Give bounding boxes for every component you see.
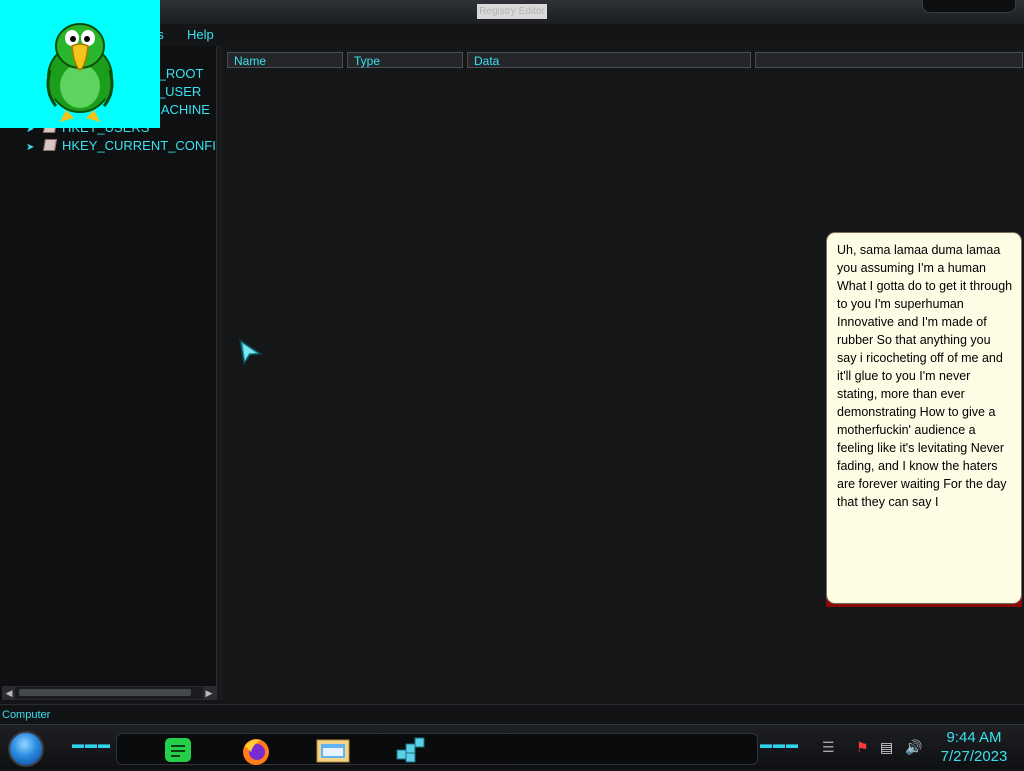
scroll-right-arrow-icon[interactable]: ▶	[203, 687, 215, 699]
tray-menu-icon[interactable]: ☰	[822, 739, 835, 756]
tree-horizontal-scrollbar[interactable]: ◀ ▶	[2, 686, 216, 700]
column-header-name[interactable]: Name	[227, 52, 343, 68]
network-icon[interactable]: ▤	[880, 739, 893, 756]
scroll-left-arrow-icon[interactable]: ◀	[3, 687, 15, 699]
window-title: Registry Editor	[477, 4, 547, 19]
speech-balloon: Uh, sama lamaa duma lamaa you assuming I…	[826, 232, 1022, 604]
column-header-data[interactable]: Data	[467, 52, 751, 68]
taskbar: ▬▬▬ ▬▬▬ ☰ ⚑ ▤ 🔊 9:44 AM 7/27/2023	[0, 724, 1024, 769]
clock-time: 9:44 AM	[946, 729, 1002, 746]
registry-editor-icon	[396, 737, 425, 763]
action-center-flag-icon[interactable]: ⚑	[856, 739, 869, 756]
status-text: Computer	[2, 709, 51, 721]
registry-key-icon	[42, 139, 58, 151]
firefox-icon	[243, 739, 269, 765]
taskbar-notes-button[interactable]	[161, 736, 201, 770]
window-controls[interactable]	[922, 0, 1016, 13]
clock[interactable]: 9:44 AM 7/27/2023	[934, 728, 1014, 766]
decorative-lights: ▬▬▬	[72, 737, 111, 751]
taskbar-file-explorer-button[interactable]	[315, 736, 355, 770]
file-explorer-icon	[316, 739, 350, 763]
clock-date: 7/27/2023	[940, 748, 1008, 765]
status-bar: Computer	[0, 704, 1024, 725]
menu-item-help[interactable]: Help	[187, 27, 214, 42]
column-header-type[interactable]: Type	[347, 52, 463, 68]
taskbar-firefox-button[interactable]	[239, 736, 279, 770]
taskbar-registry-editor-button[interactable]	[393, 736, 433, 770]
column-header-extra[interactable]	[755, 52, 1023, 68]
balloon-tail	[1002, 588, 1014, 602]
registry-tree[interactable]: S_ROOT T_USER MACHINE ➤HKEY_USERS ➤HKEY_…	[0, 46, 217, 700]
decorative-lights: ▬▬▬	[760, 737, 799, 751]
notes-app-icon	[165, 738, 191, 762]
tree-item-label: HKEY_CURRENT_CONFI	[62, 138, 216, 153]
mouse-cursor-icon	[238, 338, 263, 366]
parrot-agent[interactable]	[0, 0, 160, 128]
scrollbar-thumb[interactable]	[19, 689, 191, 696]
parrot-icon	[46, 23, 114, 122]
expand-arrow-icon[interactable]: ➤	[26, 142, 40, 153]
volume-icon[interactable]: 🔊	[905, 739, 922, 756]
tree-item-hkey-current-config[interactable]: ➤ HKEY_CURRENT_CONFI	[26, 138, 216, 156]
start-button[interactable]	[8, 731, 44, 767]
task-strip	[116, 733, 758, 765]
